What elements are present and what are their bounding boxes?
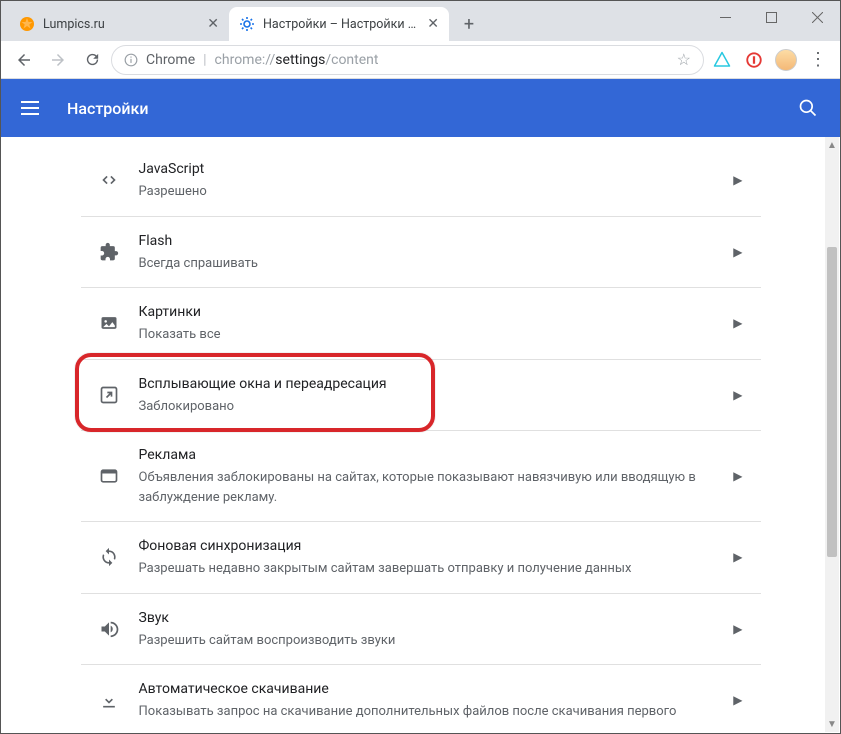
tab-title: Lumpics.ru	[43, 17, 199, 32]
url-text: chrome://settings/content	[215, 52, 379, 68]
tab-close-button[interactable]: ✕	[427, 17, 439, 31]
favicon-settings-icon	[239, 16, 255, 32]
tab-close-button[interactable]: ✕	[207, 17, 219, 31]
extension-icon-1[interactable]	[708, 46, 736, 74]
download-icon	[99, 690, 139, 710]
page-title: Настройки	[67, 99, 796, 118]
profile-avatar[interactable]	[772, 46, 800, 74]
setting-subtitle: Разрешать недавно закрытым сайтам заверш…	[139, 559, 714, 579]
setting-row-image[interactable]: КартинкиПоказать все ▶	[81, 287, 761, 359]
scrollbar-thumb[interactable]	[827, 247, 837, 557]
favicon-lumpics-icon	[19, 16, 35, 32]
popup-icon	[99, 385, 139, 405]
hamburger-menu-button[interactable]	[21, 96, 45, 120]
chevron-right-icon: ▶	[733, 173, 742, 187]
forward-button[interactable]	[43, 45, 73, 75]
settings-content: JavaScriptРазрешено▶FlashВсегда спрашива…	[1, 137, 840, 733]
sync-icon	[99, 547, 139, 567]
window-maximize-button[interactable]	[748, 1, 794, 33]
setting-row-puzzle[interactable]: FlashВсегда спрашивать ▶	[81, 216, 761, 288]
setting-row-code[interactable]: JavaScriptРазрешено ▶	[81, 145, 761, 216]
chevron-right-icon: ▶	[733, 469, 742, 483]
chevron-right-icon: ▶	[733, 550, 742, 564]
new-tab-button[interactable]: +	[455, 10, 483, 38]
search-settings-button[interactable]	[796, 96, 820, 120]
tab-title: Настройки – Настройки сайта	[263, 17, 419, 32]
setting-title: Фоновая синхронизация	[139, 536, 714, 557]
window-minimize-button[interactable]	[702, 1, 748, 33]
chevron-right-icon: ▶	[733, 622, 742, 636]
window-controls	[702, 1, 840, 33]
setting-subtitle: Показывать запрос на скачивание дополнит…	[139, 702, 714, 722]
reload-button[interactable]	[77, 45, 107, 75]
chevron-right-icon: ▶	[733, 388, 742, 402]
image-icon	[99, 313, 139, 333]
setting-subtitle: Заблокировано	[139, 397, 714, 417]
setting-subtitle: Показать все	[139, 325, 714, 345]
code-icon	[99, 170, 139, 190]
chevron-right-icon: ▶	[733, 316, 742, 330]
sound-icon	[99, 619, 139, 639]
setting-title: JavaScript	[139, 159, 714, 180]
window-close-button[interactable]	[794, 1, 840, 33]
address-bar: Chrome | chrome://settings/content ☆ ⋮	[1, 41, 840, 79]
scroll-down-button[interactable]: ▼	[825, 716, 839, 732]
back-button[interactable]	[9, 45, 39, 75]
bookmark-star-icon[interactable]: ☆	[677, 50, 691, 69]
setting-subtitle: Объявления заблокированы на сайтах, кото…	[139, 468, 714, 507]
puzzle-icon	[99, 242, 139, 262]
setting-row-sound[interactable]: ЗвукРазрешить сайтам воспроизводить звук…	[81, 593, 761, 665]
setting-title: Звук	[139, 608, 714, 629]
setting-title: Flash	[139, 231, 714, 252]
extension-icon-2[interactable]	[740, 46, 768, 74]
setting-title: Всплывающие окна и переадресация	[139, 374, 714, 395]
setting-subtitle: Разрешено	[139, 182, 714, 202]
scrollbar[interactable]: ▲ ▼	[825, 137, 839, 732]
setting-title: Реклама	[139, 445, 714, 466]
browser-tab-lumpics[interactable]: Lumpics.ru ✕	[9, 7, 229, 41]
browser-tab-settings[interactable]: Настройки – Настройки сайта ✕	[229, 7, 449, 41]
scroll-up-button[interactable]: ▲	[825, 137, 839, 153]
browser-menu-button[interactable]: ⋮	[804, 46, 832, 74]
chevron-right-icon: ▶	[733, 693, 742, 707]
setting-title: Автоматическое скачивание	[139, 679, 714, 700]
chevron-right-icon: ▶	[733, 245, 742, 259]
ad-icon	[99, 466, 139, 486]
setting-row-popup[interactable]: Всплывающие окна и переадресацияЗаблокир…	[81, 359, 761, 431]
site-info-icon	[124, 53, 138, 67]
settings-header: Настройки	[1, 79, 840, 137]
setting-row-download[interactable]: Автоматическое скачиваниеПоказывать запр…	[81, 664, 761, 733]
setting-row-sync[interactable]: Фоновая синхронизацияРазрешать недавно з…	[81, 521, 761, 593]
setting-subtitle: Всегда спрашивать	[139, 254, 714, 274]
omnibox[interactable]: Chrome | chrome://settings/content ☆	[111, 45, 704, 75]
url-scheme-label: Chrome	[146, 52, 195, 68]
setting-subtitle: Разрешить сайтам воспроизводить звуки	[139, 631, 714, 651]
setting-row-ad[interactable]: РекламаОбъявления заблокированы на сайта…	[81, 430, 761, 521]
setting-title: Картинки	[139, 302, 714, 323]
